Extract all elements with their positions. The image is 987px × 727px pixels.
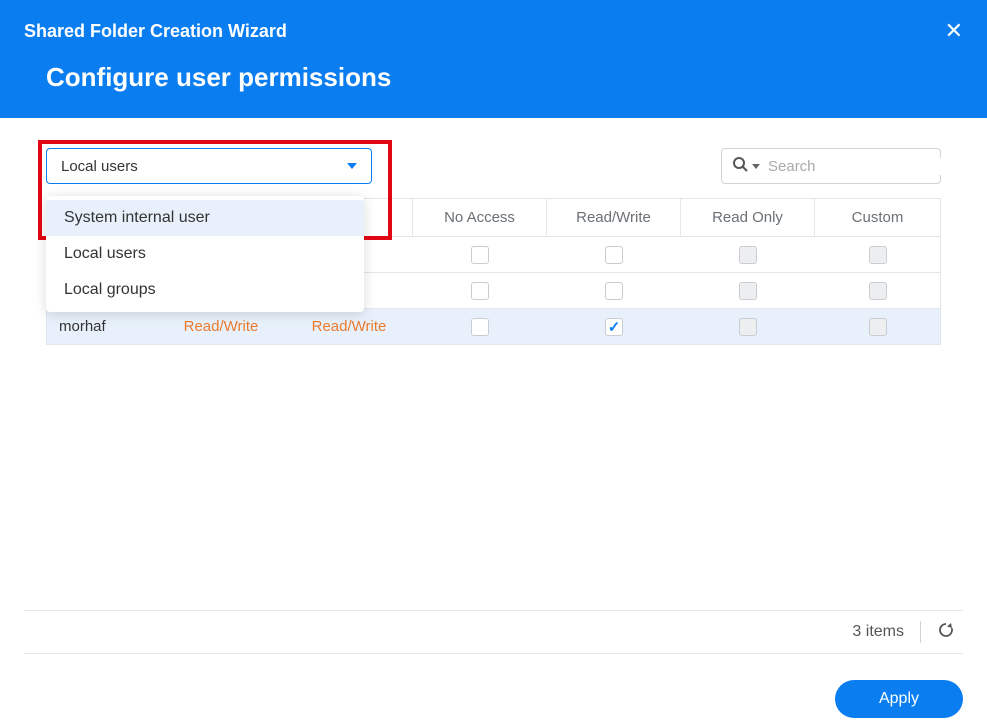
checkbox bbox=[869, 318, 887, 336]
search-input[interactable] bbox=[768, 158, 967, 175]
dropdown-value: Local users bbox=[61, 158, 138, 175]
table-row[interactable]: morhaf Read/Write Read/Write bbox=[47, 309, 940, 345]
dropdown-option-system-internal[interactable]: System internal user bbox=[46, 200, 364, 236]
th-read-write[interactable]: Read/Write bbox=[547, 199, 681, 236]
items-count: 3 items bbox=[852, 623, 904, 641]
wizard-header: Shared Folder Creation Wizard ✕ Configur… bbox=[0, 0, 987, 118]
checkbox[interactable] bbox=[471, 246, 489, 264]
action-bar: Apply bbox=[835, 680, 963, 718]
cell-effective: Read/Write bbox=[184, 318, 259, 335]
th-no-access[interactable]: No Access bbox=[413, 199, 547, 236]
checkbox bbox=[739, 246, 757, 264]
search-caret-icon bbox=[752, 164, 760, 169]
search-icon bbox=[732, 156, 748, 177]
status-bar: 3 items bbox=[24, 610, 963, 654]
checkbox bbox=[869, 246, 887, 264]
checkbox[interactable] bbox=[605, 318, 623, 336]
checkbox bbox=[869, 282, 887, 300]
th-read-only[interactable]: Read Only bbox=[681, 199, 815, 236]
cell-group: Read/Write bbox=[312, 318, 387, 335]
apply-button[interactable]: Apply bbox=[835, 680, 963, 718]
dropdown-option-local-users[interactable]: Local users bbox=[46, 236, 364, 272]
checkbox bbox=[739, 318, 757, 336]
user-type-dropdown[interactable]: Local users bbox=[46, 148, 372, 184]
checkbox[interactable] bbox=[605, 282, 623, 300]
page-title: Configure user permissions bbox=[0, 44, 987, 93]
th-custom[interactable]: Custom bbox=[815, 199, 940, 236]
chevron-down-icon bbox=[347, 163, 357, 169]
refresh-icon[interactable] bbox=[937, 621, 955, 644]
divider bbox=[920, 621, 921, 643]
user-type-dropdown-menu: System internal user Local users Local g… bbox=[46, 196, 364, 312]
dropdown-option-local-groups[interactable]: Local groups bbox=[46, 272, 364, 308]
checkbox bbox=[739, 282, 757, 300]
cell-name: morhaf bbox=[59, 318, 106, 335]
checkbox[interactable] bbox=[471, 318, 489, 336]
search-box[interactable] bbox=[721, 148, 941, 184]
wizard-title: Shared Folder Creation Wizard bbox=[24, 21, 287, 42]
checkbox[interactable] bbox=[471, 282, 489, 300]
checkbox[interactable] bbox=[605, 246, 623, 264]
close-icon[interactable]: ✕ bbox=[945, 18, 963, 44]
